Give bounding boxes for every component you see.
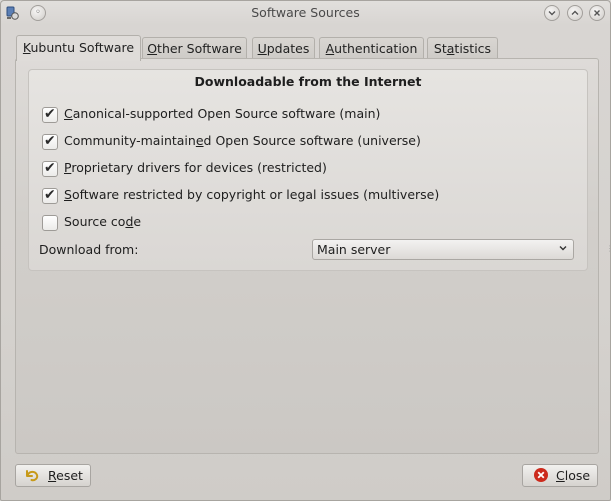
minimize-button[interactable]: [544, 5, 560, 21]
checkbox-label[interactable]: Software restricted by copyright or lega…: [64, 187, 439, 202]
close-icon: [594, 10, 600, 16]
chevron-up-icon: [571, 10, 579, 15]
close-button[interactable]: Close: [522, 464, 598, 487]
checkbox-universe[interactable]: ✔: [42, 133, 58, 150]
checkbox-label[interactable]: Canonical-supported Open Source software…: [64, 106, 380, 121]
checkbox-multiverse[interactable]: ✔: [42, 187, 58, 204]
window-title: Software Sources: [251, 5, 360, 20]
close-button-label: Close: [556, 468, 591, 483]
tab-other-software[interactable]: Other Software: [142, 37, 247, 60]
tab-label: Updates: [257, 41, 310, 56]
close-icon: [534, 468, 548, 482]
reset-button[interactable]: Reset: [15, 464, 91, 487]
group-title: Downloadable from the Internet: [194, 74, 422, 89]
software-sources-window: ◦ Software Sources Kubuntu Software Othe…: [0, 0, 611, 501]
checkbox-main[interactable]: ✔: [42, 106, 58, 123]
internet-sources-group: Downloadable from the Internet ✔ Canonic…: [28, 69, 588, 271]
tab-updates[interactable]: Updates: [252, 37, 315, 60]
undo-icon: [26, 470, 39, 482]
tab-statistics[interactable]: Statistics: [427, 37, 498, 60]
checkmark-icon: ✔: [44, 133, 56, 149]
reset-button-label: Reset: [48, 468, 83, 483]
checkbox-label[interactable]: Proprietary drivers for devices (restric…: [64, 160, 327, 175]
tab-label: Kubuntu Software: [22, 40, 135, 55]
tab-panel-kubuntu-software: Downloadable from the Internet ✔ Canonic…: [15, 58, 599, 454]
chevron-down-icon: [559, 246, 567, 251]
title-bar[interactable]: ◦ Software Sources: [1, 1, 610, 25]
checkmark-icon: ✔: [44, 160, 56, 176]
tab-label: Statistics: [433, 41, 492, 56]
undo-arrow-path: [26, 470, 39, 482]
tab-authentication[interactable]: Authentication: [319, 37, 424, 60]
download-from-value: Main server: [317, 242, 391, 257]
checkmark-icon: ✔: [44, 106, 56, 122]
checkbox-label[interactable]: Community-maintained Open Source softwar…: [64, 133, 421, 148]
tab-kubuntu-software[interactable]: Kubuntu Software: [16, 35, 141, 61]
checkmark-icon: ✔: [44, 187, 56, 203]
checkbox-source-code[interactable]: [42, 215, 58, 231]
chevron-down-icon: [548, 11, 556, 16]
close-window-button[interactable]: [589, 5, 605, 21]
resize-grip[interactable]: ⋮: [606, 244, 610, 254]
download-from-label: Download from:: [39, 242, 139, 257]
tab-label: Other Software: [147, 41, 242, 56]
maximize-button[interactable]: [567, 5, 583, 21]
download-from-select[interactable]: Main server: [312, 239, 574, 260]
checkbox-restricted[interactable]: ✔: [42, 160, 58, 177]
checkbox-label[interactable]: Source code: [64, 214, 141, 229]
tab-label: Authentication: [325, 41, 418, 56]
